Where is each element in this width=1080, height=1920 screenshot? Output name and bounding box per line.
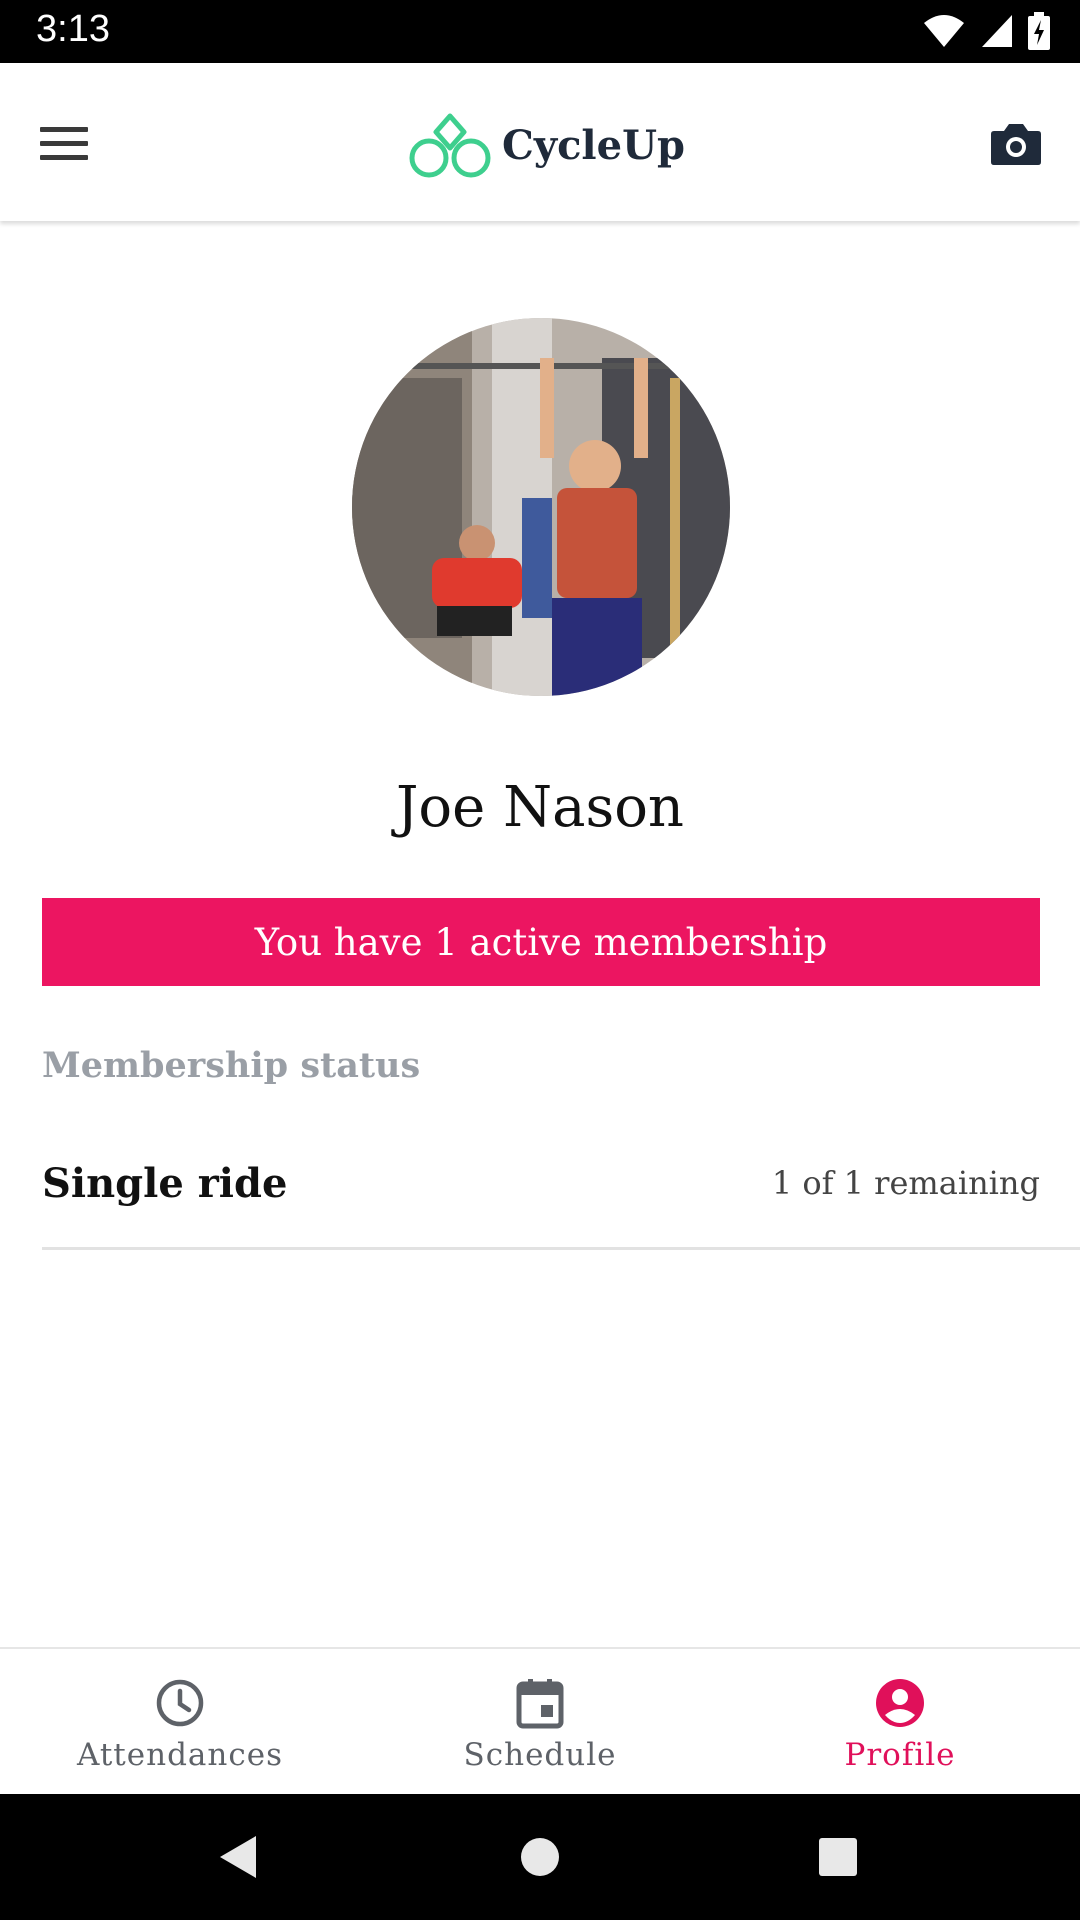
calendar-icon (516, 1679, 564, 1729)
app-bar: CycleUp (0, 63, 1080, 221)
wifi-icon (924, 15, 964, 47)
nav-item-profile[interactable]: Profile (720, 1649, 1080, 1796)
active-membership-banner[interactable]: You have 1 active membership (42, 898, 1040, 986)
account-circle-icon (876, 1679, 924, 1727)
camera-icon[interactable] (988, 117, 1044, 173)
cell-signal-icon (982, 15, 1012, 47)
profile-avatar[interactable] (352, 318, 730, 696)
nav-item-attendances[interactable]: Attendances (0, 1649, 360, 1796)
recents-icon[interactable] (813, 1832, 863, 1882)
clock-icon (156, 1679, 204, 1727)
system-navigation-bar (0, 1794, 1080, 1920)
back-icon[interactable] (216, 1832, 266, 1882)
membership-remaining: 1 of 1 remaining (771, 1164, 1040, 1202)
menu-icon-line (40, 154, 88, 160)
banner-text: You have 1 active membership (254, 920, 828, 964)
profile-name: Joe Nason (395, 775, 684, 840)
home-icon[interactable] (515, 1832, 565, 1882)
cycleup-logo-icon (409, 113, 491, 178)
menu-icon-line (40, 126, 88, 132)
status-bar: 3:13 (0, 0, 1080, 63)
membership-name: Single ride (42, 1160, 288, 1207)
nav-label-attendances: Attendances (77, 1737, 283, 1773)
nav-item-schedule[interactable]: Schedule (360, 1649, 720, 1796)
membership-row[interactable]: Single ride 1 of 1 remaining (42, 1130, 1080, 1250)
bottom-navigation: Attendances Schedule Profile (0, 1647, 1080, 1794)
membership-status-label: Membership status (42, 1045, 421, 1086)
battery-charging-icon (1028, 12, 1050, 50)
status-time: 3:13 (36, 8, 110, 50)
nav-label-profile: Profile (844, 1737, 956, 1773)
menu-button[interactable] (40, 113, 108, 173)
app-logo: CycleUp (409, 107, 685, 183)
avatar-photo (352, 318, 730, 696)
menu-icon-line (40, 140, 88, 146)
status-icons (922, 12, 1050, 50)
app-title: CycleUp (502, 121, 685, 169)
nav-label-schedule: Schedule (463, 1737, 617, 1773)
